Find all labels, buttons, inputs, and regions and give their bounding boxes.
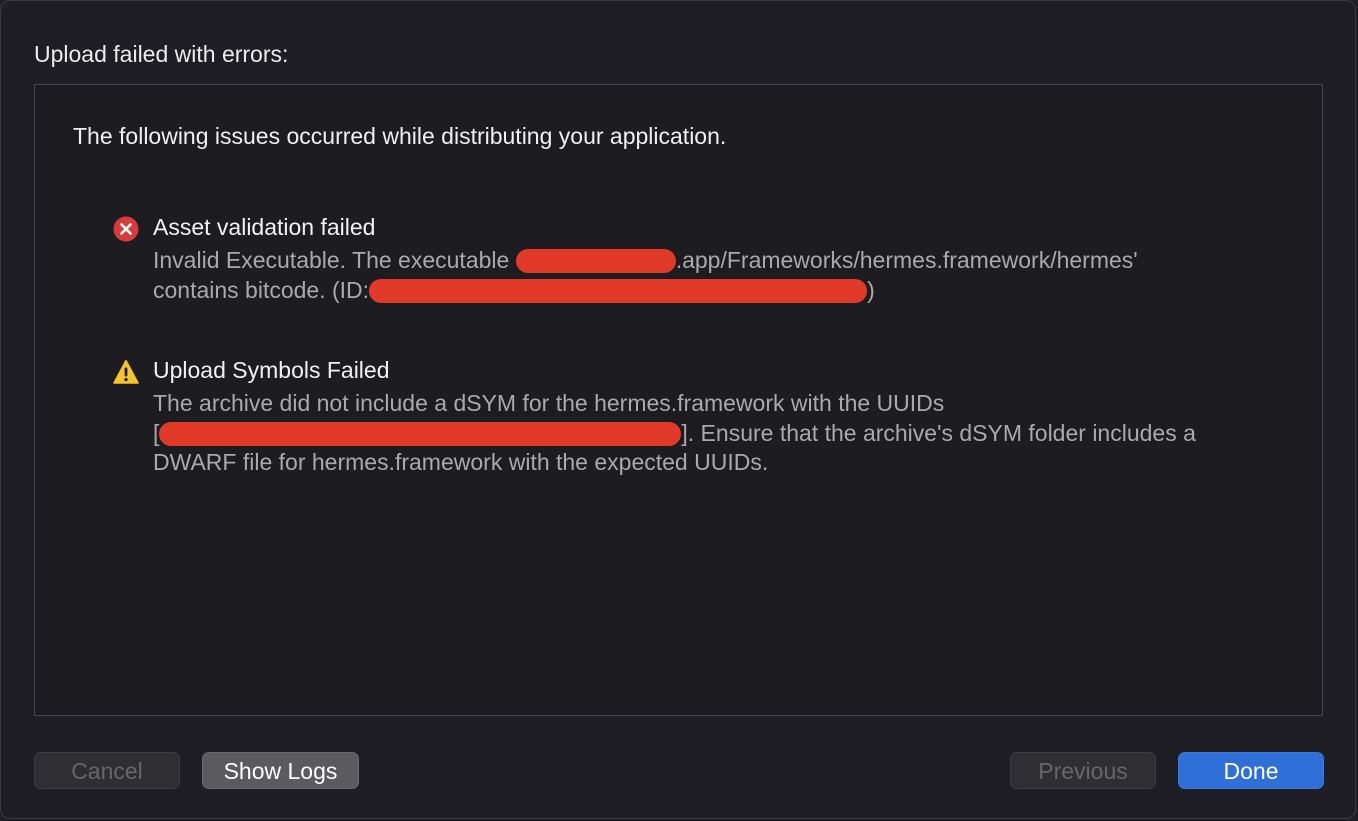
description-text: The archive did not include a dSYM for t… — [153, 390, 945, 416]
issues-panel: The following issues occurred while dist… — [34, 84, 1323, 716]
description-text: contains bitcode. (ID: — [153, 276, 370, 303]
cancel-button[interactable]: Cancel — [34, 752, 180, 789]
description-text: ) — [867, 276, 875, 303]
description-text: DWARF file for hermes.framework with the… — [153, 449, 769, 475]
redaction-mark — [515, 249, 676, 273]
show-logs-button[interactable]: Show Logs — [202, 752, 359, 789]
previous-button[interactable]: Previous — [1010, 752, 1156, 789]
issue-title: Asset validation failed — [153, 214, 376, 240]
description-text: Invalid Executable. The executable — [153, 247, 510, 273]
error-icon — [113, 216, 139, 242]
issue-title: Upload Symbols Failed — [153, 357, 390, 383]
upload-dialog: Upload failed with errors: The following… — [0, 0, 1356, 819]
dialog-title: Upload failed with errors: — [34, 41, 289, 67]
intro-text: The following issues occurred while dist… — [73, 123, 727, 149]
description-text: ]. Ensure that the archive's dSYM folder… — [681, 419, 1196, 446]
issue-description: The archive did not include a dSYM for t… — [153, 389, 1253, 478]
redaction-mark — [159, 421, 682, 446]
done-button[interactable]: Done — [1178, 752, 1324, 789]
warning-icon — [113, 359, 139, 384]
redaction-mark — [369, 278, 868, 303]
description-text: .app/Frameworks/hermes.framework/hermes' — [675, 247, 1138, 273]
issue-description: Invalid Executable. The executable .app/… — [153, 246, 1253, 305]
